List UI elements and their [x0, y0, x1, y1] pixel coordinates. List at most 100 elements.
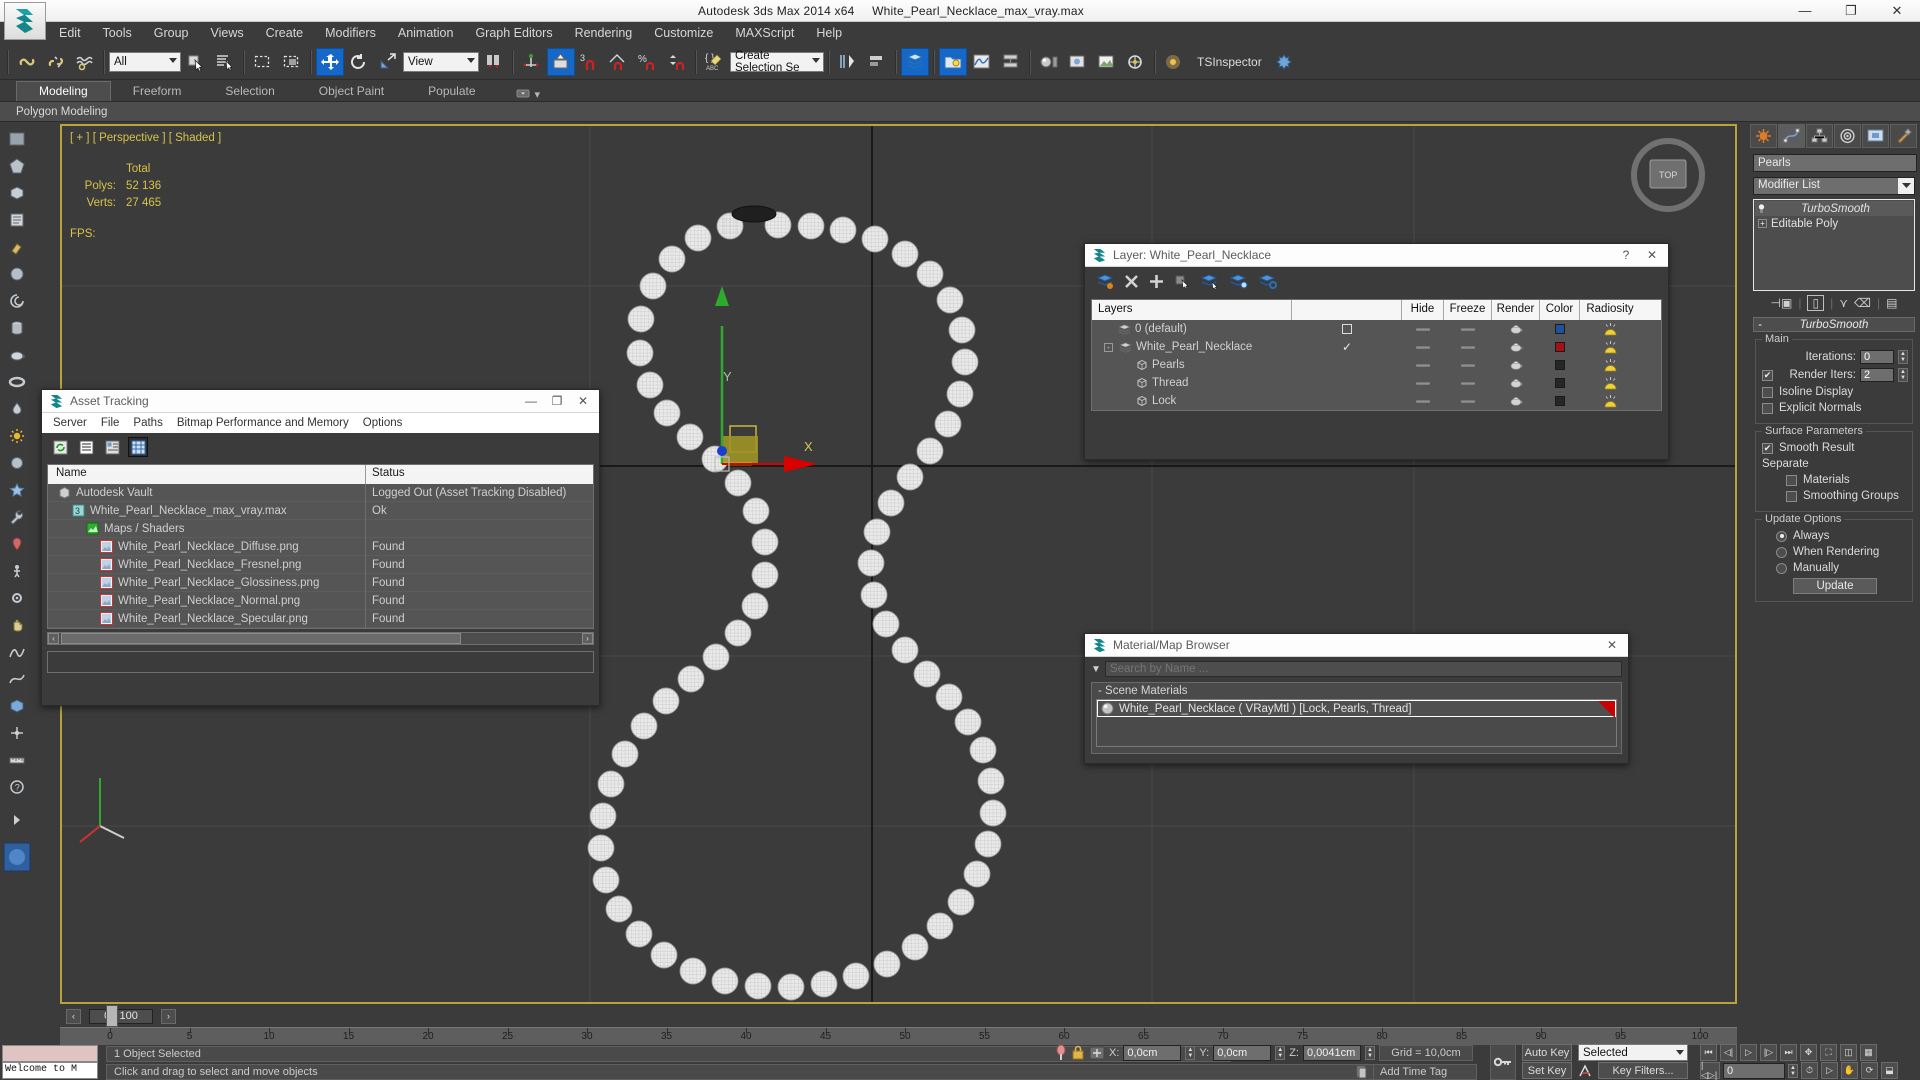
asset-col-name[interactable]: Name	[48, 465, 366, 484]
layer-color-swatch[interactable]	[1555, 378, 1565, 388]
snap-toggle-icon[interactable]	[547, 47, 575, 76]
select-by-name-icon[interactable]	[211, 48, 239, 76]
layer-table-row[interactable]: Lock	[1092, 392, 1661, 410]
selection-lock-icon[interactable]	[1071, 1044, 1085, 1062]
left-tool-pin-icon[interactable]	[3, 531, 31, 557]
layer-render-cell[interactable]	[1492, 320, 1540, 338]
left-tool-torus-icon[interactable]	[3, 369, 31, 395]
tab-hierarchy[interactable]	[1806, 124, 1833, 148]
isolate-selection-icon[interactable]	[1055, 1044, 1067, 1062]
asset-menu-file[interactable]: File	[94, 415, 127, 431]
layer-freeze-cell[interactable]	[1444, 374, 1492, 392]
left-tool-polygon-icon[interactable]	[3, 153, 31, 179]
layer-col-color[interactable]: Color	[1540, 300, 1580, 320]
layer-color-cell[interactable]	[1540, 338, 1580, 356]
maxscript-mini-listener[interactable]: Welcome to M	[2, 1045, 98, 1079]
ribbon-tab-modeling[interactable]: Modeling	[16, 81, 111, 101]
left-tool-wrench-icon[interactable]	[3, 504, 31, 530]
material-list-item[interactable]: White_Pearl_Necklace ( VRayMtl ) [Lock, …	[1097, 700, 1616, 718]
scroll-right-button[interactable]: ›	[582, 633, 593, 644]
key-filters-button[interactable]: Key Filters...	[1598, 1062, 1688, 1079]
use-selection-center-icon[interactable]	[518, 48, 546, 76]
time-slider-handle[interactable]	[106, 1005, 118, 1027]
left-tool-box-icon[interactable]	[3, 180, 31, 206]
unlink-selection-icon[interactable]	[42, 48, 70, 76]
layer-explorer-window[interactable]: Layer: White_Pearl_Necklace ? ✕ Layers H…	[1084, 243, 1669, 460]
left-tool-cube-blue-icon[interactable]	[3, 693, 31, 719]
asset-table-row[interactable]: Maps / Shaders	[48, 519, 593, 538]
select-and-scale-icon[interactable]	[374, 48, 402, 76]
named-selection-sets-dropdown[interactable]: Create Selection Se	[730, 50, 824, 74]
asset-table-row[interactable]: White_Pearl_Necklace_Diffuse.png Found	[48, 537, 593, 556]
layer-color-cell[interactable]	[1540, 374, 1580, 392]
set-key-button[interactable]: Set Key	[1522, 1062, 1572, 1079]
reference-coordinate-system-dropdown[interactable]: View	[403, 51, 479, 72]
render-iters-spinner[interactable]: ▲ ▼	[1898, 368, 1908, 382]
asset-table-row[interactable]: 3 White_Pearl_Necklace_max_vray.max Ok	[48, 501, 593, 520]
material-editor-icon[interactable]	[1035, 48, 1063, 76]
render-iters-checkbox[interactable]: ✔	[1762, 369, 1773, 381]
ribbon-tab-selection[interactable]: Selection	[203, 82, 296, 101]
render-setup-icon[interactable]	[1064, 48, 1092, 76]
menu-item-animation[interactable]: Animation	[387, 24, 465, 42]
asset-menu-bitmap-performance[interactable]: Bitmap Performance and Memory	[170, 415, 356, 431]
material-browser-titlebar[interactable]: Material/Map Browser ✕	[1085, 634, 1628, 657]
track-bar[interactable]: ‹ 0 / 100 ›	[60, 1005, 1737, 1027]
pin-stack-icon[interactable]: ⊣▣	[1771, 296, 1793, 310]
current-frame-spinner[interactable]: ▲ ▼	[1788, 1063, 1798, 1078]
current-layer-checkbox[interactable]	[1342, 324, 1352, 334]
left-tool-drop-icon[interactable]	[3, 396, 31, 422]
layer-radiosity-cell[interactable]	[1580, 356, 1640, 374]
close-button[interactable]: ✕	[1874, 0, 1920, 22]
asset-tracking-window[interactable]: Asset Tracking — ❐ ✕ Server File Paths B…	[41, 389, 600, 706]
iterations-input[interactable]	[1860, 350, 1894, 364]
layer-freeze-cell[interactable]	[1444, 320, 1492, 338]
play-animation-icon[interactable]: ▷	[1740, 1044, 1757, 1061]
layer-table-row[interactable]: - White_Pearl_Necklace ✓	[1092, 338, 1661, 356]
layer-help-button[interactable]: ?	[1613, 245, 1639, 266]
menu-item-modifiers[interactable]: Modifiers	[314, 24, 387, 42]
previous-frame-icon[interactable]: ◁|	[1720, 1044, 1737, 1061]
x-coordinate-field[interactable]: 0,0cm	[1123, 1045, 1182, 1061]
menu-item-help[interactable]: Help	[805, 24, 853, 42]
menu-item-tools[interactable]: Tools	[92, 24, 143, 42]
goto-start-icon[interactable]: ⏮	[1700, 1044, 1717, 1061]
left-tool-measure-icon[interactable]	[3, 747, 31, 773]
time-tag-icon[interactable]	[1355, 1065, 1368, 1079]
maxscript-listener-pink-pane[interactable]	[2, 1045, 98, 1062]
left-tool-material-preview[interactable]	[2, 840, 32, 874]
asset-menu-server[interactable]: Server	[46, 415, 94, 431]
layer-hide-cell[interactable]	[1402, 338, 1444, 356]
viewcube[interactable]: TOP	[1629, 136, 1707, 214]
tsinspector-plugin-icon[interactable]	[1160, 48, 1188, 76]
select-and-transform-key-icon[interactable]: ✥	[1800, 1044, 1817, 1061]
left-tool-paint-icon[interactable]	[3, 234, 31, 260]
asset-menu-paths[interactable]: Paths	[126, 415, 169, 431]
menu-item-views[interactable]: Views	[199, 24, 254, 42]
z-coordinate-field[interactable]: 0,0041cm	[1302, 1045, 1361, 1061]
tab-utilities[interactable]	[1890, 124, 1917, 148]
menu-item-maxscript[interactable]: MAXScript	[724, 24, 805, 42]
toggle-layer-explorer-icon[interactable]	[901, 47, 929, 76]
iterations-spinner[interactable]: ▲ ▼	[1898, 350, 1908, 364]
asset-table-row[interactable]: White_Pearl_Necklace_Glossiness.png Found	[48, 573, 593, 592]
selection-filter-dropdown[interactable]: All	[109, 51, 181, 72]
left-tool-circle-icon[interactable]	[3, 450, 31, 476]
align-icon[interactable]	[863, 48, 891, 76]
layer-freeze-cell[interactable]	[1444, 356, 1492, 374]
percent-snap-toggle-icon[interactable]: %	[634, 48, 662, 76]
tsinspector-settings-icon[interactable]	[1271, 48, 1299, 76]
select-object-icon[interactable]	[182, 48, 210, 76]
rendered-frame-window-icon[interactable]	[1093, 48, 1121, 76]
layer-hide-cell[interactable]	[1402, 320, 1444, 338]
left-tool-star-icon[interactable]	[3, 477, 31, 503]
material-browser-close-button[interactable]: ✕	[1599, 635, 1625, 656]
left-tool-sphere-icon[interactable]	[3, 261, 31, 287]
layer-render-cell[interactable]	[1492, 338, 1540, 356]
key-mode-toggle[interactable]	[1490, 1044, 1516, 1080]
update-button[interactable]: Update	[1793, 578, 1877, 594]
timeline-ruler[interactable]: 0 5 10 15 20 25 30 35 40 45 50 55 60 65 70 75 80 85 90 95 10…	[60, 1027, 1737, 1045]
create-new-layer-icon[interactable]	[1097, 273, 1114, 289]
left-tool-grid-icon[interactable]	[3, 126, 31, 152]
scrollbar-thumb[interactable]	[61, 633, 461, 644]
